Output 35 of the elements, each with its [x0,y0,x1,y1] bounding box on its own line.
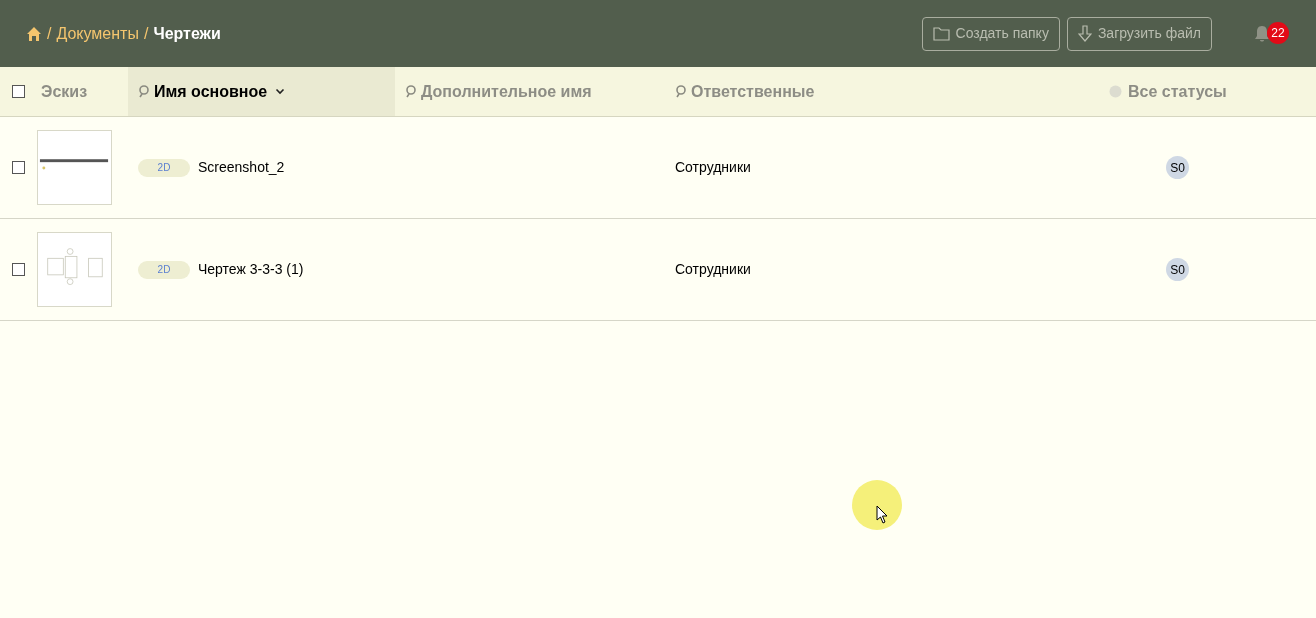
column-header[interactable]: Имя основное [128,67,395,116]
search-icon [138,85,150,98]
search-icon [405,85,417,98]
column-header[interactable]: Дополнительное имя [395,67,665,116]
breadcrumb-link[interactable]: Документы [56,21,139,46]
home-link[interactable] [26,25,42,42]
checkbox[interactable] [12,85,25,98]
bell-icon [1254,24,1270,43]
breadcrumb-separator: / [47,23,52,44]
breadcrumb-current: Чертежи [153,23,221,44]
column-header[interactable]: Ответственные [665,67,1105,116]
status-badge: S0 [1166,156,1189,179]
type-tag: 2D [138,158,190,177]
responsible-cell-text: Сотрудники [675,260,751,279]
checkbox[interactable] [12,161,25,174]
chevron-down-icon [275,88,286,95]
notifications-button[interactable]: 22 [1254,16,1290,51]
home-icon [26,25,42,42]
breadcrumb-separator: / [143,23,149,44]
column-header[interactable]: Все статусы [1105,67,1316,116]
file-name[interactable]: Screenshot_2 [198,157,285,178]
column-header[interactable]: Эскиз [0,67,128,116]
create-folder-button[interactable]: Создать папку [921,16,1060,51]
arrow-down-icon [1077,24,1092,43]
responsible-cell-text: Сотрудники [675,158,751,177]
folder-icon [932,26,950,41]
upload-file-button[interactable]: Загрузить файл [1066,16,1212,51]
checkbox[interactable] [12,263,25,276]
type-tag: 2D [138,260,190,279]
file-name[interactable]: Чертеж 3-3-3 (1) [198,259,304,280]
notification-count: 22 [1267,21,1289,44]
status-badge: S0 [1166,258,1189,281]
status-dot-icon [1109,85,1122,98]
search-icon [675,85,687,98]
mouse-pointer-icon [876,505,888,524]
